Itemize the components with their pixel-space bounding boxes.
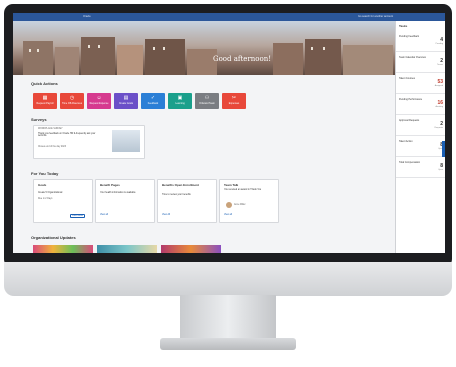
- quick-actions-title: Quick Actions: [31, 81, 58, 86]
- card-enrollment-link[interactable]: View All: [162, 214, 170, 216]
- sidebar-item-pending-feedback[interactable]: Pending Feedback 4 Pending: [396, 31, 445, 52]
- card-enrollment-sub: Time to review your benefits: [162, 194, 191, 196]
- sidebar-item-pending-performance[interactable]: Pending Performance 16 Awaiting: [396, 94, 445, 115]
- sidebar-item-approval-requests[interactable]: Approval Requests 2 Requests: [396, 115, 445, 136]
- sidebar-item-label: Pending Feedback: [399, 35, 419, 38]
- clock-icon: ◷: [69, 95, 75, 101]
- quick-action-feedback[interactable]: ✓ Feedback: [141, 93, 165, 109]
- sidebar-item-unit: Assigned: [434, 85, 443, 87]
- card-benefit-pages[interactable]: Benefit Pages Your health information is…: [95, 179, 155, 223]
- org-update-image-3[interactable]: [161, 245, 221, 253]
- card-goals[interactable]: Goals Create 5 Organizational Due in 2 D…: [33, 179, 93, 223]
- survey-card[interactable]: WORKPLACE SURVEY Thank you feedback on O…: [33, 125, 145, 159]
- quick-action-learning[interactable]: ▣ Learning: [168, 93, 192, 109]
- search-hint[interactable]: Go search for another account: [358, 15, 393, 18]
- card-team-meta: Anne Miller: [234, 204, 246, 206]
- tasks-sidebar: Tasks Pending Feedback 4 Pending Team Ca…: [395, 21, 445, 253]
- survey-image: [112, 130, 140, 152]
- sidebar-item-label: Talent Action: [399, 140, 413, 143]
- sidebar-item-unit: Pending: [435, 43, 443, 45]
- card-enrollment[interactable]: Benefits Open Enrollment Time to review …: [157, 179, 217, 223]
- main-content: Quick Actions ▦ Request Payroll ◷ Time Off…: [13, 75, 395, 253]
- sidebar-collapse-tab[interactable]: [442, 141, 445, 157]
- card-team-sub: You received an award in Thank You: [224, 189, 262, 191]
- card-enrollment-title: Benefits Open Enrollment: [162, 183, 199, 187]
- quick-action-request-payroll[interactable]: ▦ Request Payroll: [33, 93, 57, 109]
- people-icon: ☺: [96, 95, 102, 101]
- sidebar-item-label: Approval Requests: [399, 119, 420, 122]
- doc-icon: ▤: [123, 95, 129, 101]
- calendar-icon: ▦: [42, 95, 48, 101]
- sidebar-item-label: Talent Courses: [399, 77, 415, 80]
- sidebar-item-label: Team Calendar Overview: [399, 56, 426, 59]
- app-title: Oracle: [83, 15, 91, 18]
- thumb-icon: ✓: [150, 95, 156, 101]
- org-update-image-2[interactable]: [97, 245, 157, 253]
- quick-action-expenses[interactable]: ✂ Expenses: [222, 93, 246, 109]
- sidebar-item-total-compensation[interactable]: Total Compensation 8 Open: [396, 157, 445, 178]
- survey-meta: Closes end of the day 2023: [38, 146, 66, 148]
- monitor-stand-neck: [180, 295, 276, 343]
- sidebar-item-talent-action[interactable]: Talent Action 8 Open: [396, 136, 445, 157]
- quick-action-create-goals[interactable]: ▤ Create Goals: [114, 93, 138, 109]
- surveys-title: Surveys: [31, 117, 47, 122]
- card-goals-meta: Due in 2 Days: [38, 198, 53, 200]
- survey-head: WORKPLACE SURVEY: [38, 128, 63, 130]
- quick-action-request-expense[interactable]: ☺ Request Expense: [87, 93, 111, 109]
- card-benefit-title: Benefit Pages: [100, 183, 120, 187]
- sidebar-item-unit: Teams: [437, 64, 443, 66]
- top-bar: Oracle Go search for another account: [13, 13, 445, 21]
- org-update-image-1[interactable]: [33, 245, 93, 253]
- sidebar-title: Tasks: [399, 24, 408, 28]
- card-team-talk[interactable]: Team Talk You received an award in Thank…: [219, 179, 279, 223]
- tools-icon: ✂: [231, 95, 237, 101]
- book-icon: ▣: [177, 95, 183, 101]
- handshake-icon: ⚇: [204, 95, 210, 101]
- sidebar-item-talent-courses[interactable]: Talent Courses 53 Assigned: [396, 73, 445, 94]
- card-team-title: Team Talk: [224, 183, 239, 187]
- org-updates-title: Organizational Updates: [31, 235, 76, 240]
- avatar: [226, 202, 232, 208]
- card-goals-sub: Create 5 Organizational: [38, 192, 63, 194]
- quick-action-onboard-team[interactable]: ⚇ Onboard Team: [195, 93, 219, 109]
- card-benefit-sub: Your health information is available: [100, 192, 136, 194]
- monitor-chin: [4, 262, 452, 296]
- sidebar-item-unit: Awaiting: [435, 106, 443, 108]
- sidebar-item-unit: Open: [438, 169, 443, 171]
- sidebar-item-label: Total Compensation: [399, 161, 421, 164]
- sidebar-item-team-calendar[interactable]: Team Calendar Overview 2 Teams: [396, 52, 445, 73]
- survey-body: Thank you feedback on Oracle HR & freque…: [38, 133, 96, 137]
- screen: Oracle Go search for another account Goo…: [13, 13, 445, 253]
- view-goals-button[interactable]: View Goals: [70, 214, 86, 218]
- hero-banner: Good afternoon!: [13, 21, 395, 75]
- for-you-title: For You Today: [31, 171, 59, 176]
- card-benefit-link[interactable]: View all: [100, 214, 108, 216]
- card-goals-title: Goals: [38, 183, 47, 187]
- monitor-stand-base: [160, 338, 296, 350]
- card-team-link[interactable]: View all: [224, 214, 232, 216]
- sidebar-item-label: Pending Performance: [399, 98, 423, 101]
- sidebar-item-unit: Requests: [434, 127, 443, 129]
- greeting: Good afternoon!: [213, 55, 272, 63]
- quick-action-time-off[interactable]: ◷ Time Off Absences: [60, 93, 84, 109]
